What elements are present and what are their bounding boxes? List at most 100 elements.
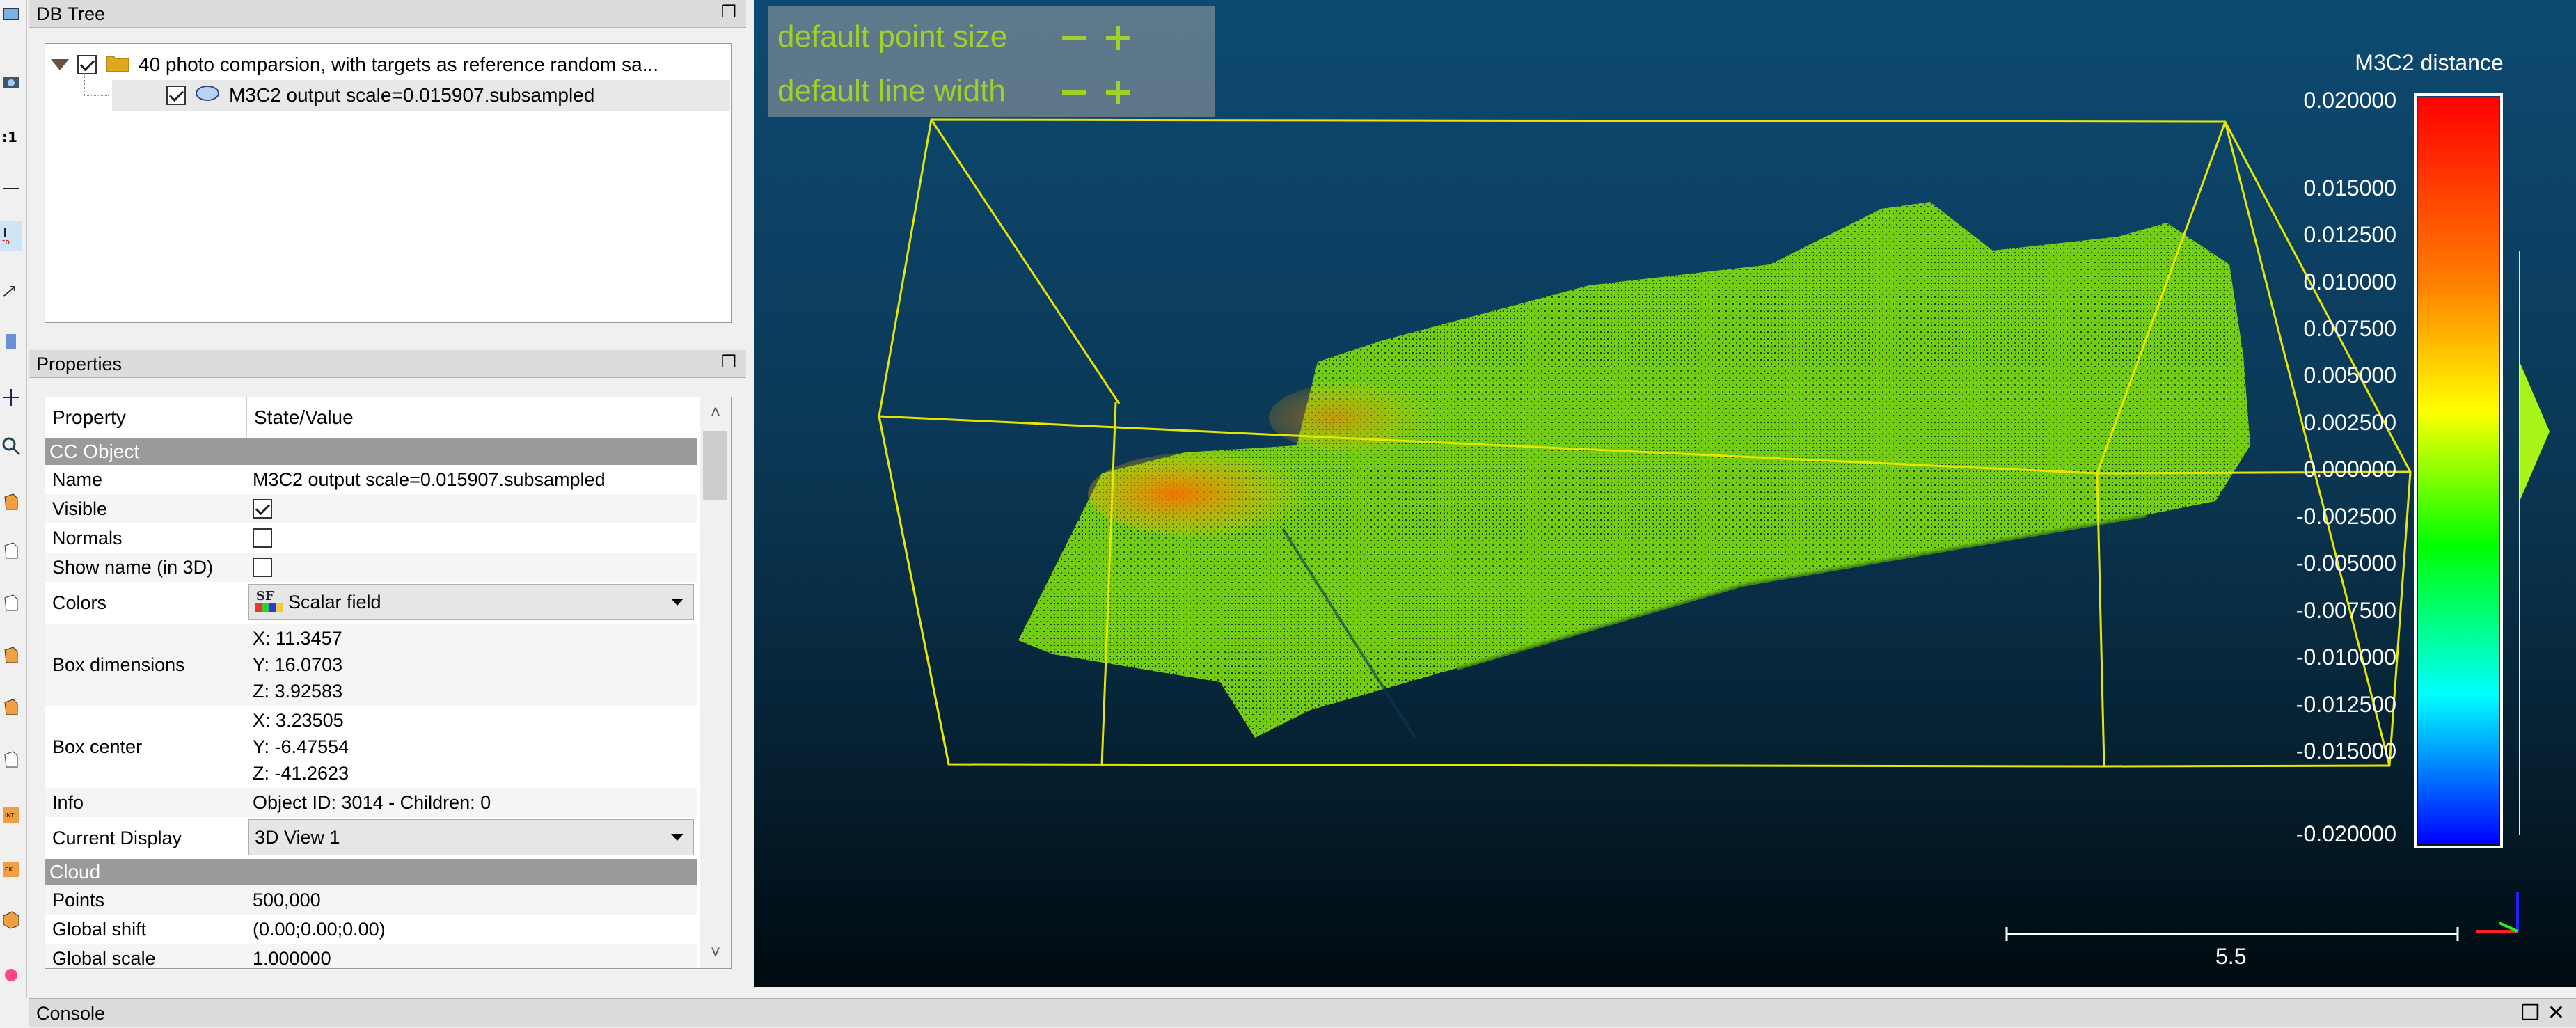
view-back-icon[interactable] [0,693,22,722]
property-row-name: Name M3C2 output scale=0.015907.subsampl… [45,465,697,494]
axis-trihedron-icon [2476,892,2519,933]
scalar-tick: 0.002500 [2303,410,2396,435]
view-bottom-icon[interactable] [0,745,22,774]
point-size-decrease-button[interactable] [1062,26,1086,50]
scalar-tick: 0.020000 [2303,88,2396,113]
svg-text:INT: INT [5,812,14,819]
normals-checkbox[interactable] [253,528,272,548]
db-tree-title-bar: DB Tree ❒ [29,0,746,28]
properties-title-bar: Properties ❒ [29,350,746,378]
property-row-current-display: Current Display 3D View 1 [45,817,697,859]
colors-dropdown[interactable]: SF Scalar field [248,584,694,620]
scroll-down-icon[interactable]: ˅ [700,938,731,968]
name-value[interactable]: M3C2 output scale=0.015907.subsampled [253,465,606,494]
tree-item-cloud[interactable]: M3C2 output scale=0.015907.subsampled [84,70,730,111]
property-row-colors: Colors SF Scalar field [45,582,697,624]
view-left-icon[interactable] [0,640,22,670]
auto-tool-icon[interactable]: to [0,221,22,251]
scalar-tick: 0.015000 [2303,175,2396,200]
camera-icon[interactable] [0,67,22,96]
point-size-label: default point size [777,19,1008,54]
display-icon[interactable] [0,0,22,29]
3d-view[interactable]: default point size default line width M3… [754,0,2576,987]
point-size-increase-button[interactable] [1106,26,1130,50]
dock-float-icon[interactable]: ❒ [2521,999,2540,1028]
line-width-increase-button[interactable] [1106,81,1130,104]
scalar-tick: -0.007500 [2296,598,2396,623]
current-display-value: 3D View 1 [255,826,340,848]
property-row-visible: Visible [45,494,697,523]
left-toolbar: :1 to INT CK [0,0,27,998]
property-row-global-shift: Global shift (0.00;0.00;0.00) [52,918,386,940]
line-width-decrease-button[interactable] [1062,81,1086,104]
section-cc-object: CC Object [45,438,697,465]
db-tree-panel: 40 photo comparsion, with targets as ref… [45,43,732,323]
db-tree-title: DB Tree [36,3,106,24]
info-value: Object ID: 3014 - Children: 0 [253,791,491,813]
property-row-normals: Normals [45,523,697,553]
show-name-checkbox[interactable] [253,558,272,577]
visible-checkbox[interactable] [253,499,272,519]
iso-view-2-icon[interactable]: CK [0,855,22,884]
scalar-tick: 0.007500 [2303,316,2396,341]
display-options-hud: default point size default line width [768,6,1215,117]
scale-bar-label: 5.5 [2215,944,2247,969]
close-icon[interactable]: ✕ [2547,999,2565,1028]
scalar-tick: 0.000000 [2303,457,2396,482]
view-side-icon[interactable] [0,588,22,617]
scalar-tick: 0.010000 [2303,269,2396,294]
column-header-value[interactable]: State/Value [247,397,693,438]
color-dot-icon[interactable] [0,960,22,990]
console-title: Console [36,1003,106,1024]
properties-header: Property State/Value [45,397,697,438]
dock-float-icon[interactable]: ❒ [721,4,736,21]
chevron-down-icon [671,834,683,841]
properties-title: Properties [36,354,123,374]
scalar-bar-title: M3C2 distance [2355,50,2504,75]
translate-icon[interactable] [0,383,22,412]
view-top-icon[interactable] [0,536,22,565]
box-dimensions-value: X: 11.3457 Y: 16.0703 Z: 3.92583 [253,628,343,702]
scrollbar-thumb[interactable] [703,431,727,500]
point-cloud-icon [194,84,221,107]
console-title-bar: Console ❒ ✕ [29,998,2576,1027]
scalar-tick: -0.020000 [2296,821,2396,846]
dock-float-icon[interactable]: ❒ [721,354,736,371]
property-row-box-center: Box center X: 3.23505 Y: -6.47554 Z: -41… [45,706,697,788]
column-header-property[interactable]: Property [45,397,246,438]
scalar-tick: -0.005000 [2296,551,2396,576]
scalar-tick: 0.005000 [2303,363,2396,388]
point-size-row: default point size [777,13,1007,61]
iso-view-icon[interactable]: INT [0,800,22,830]
segment-icon[interactable] [0,327,22,356]
line-tool-icon[interactable] [0,174,22,203]
tree-connector [84,70,109,96]
point-cloud [1018,202,2250,739]
view-front-icon[interactable] [0,487,22,516]
scalar-tick: -0.015000 [2296,738,2396,764]
scroll-up-icon[interactable]: ˄ [700,397,731,428]
cube-view-icon[interactable] [0,905,22,934]
scalar-tick: -0.010000 [2296,645,2396,670]
tree-checkbox-cloud[interactable] [166,86,186,105]
property-row-global-scale: Global scale 1.000000 [45,944,697,968]
chevron-down-icon [671,599,683,606]
properties-table: Property State/Value CC Object Name M3C2… [45,397,732,969]
property-row-box-dimensions: Box dimensions X: 11.3457 Y: 16.0703 Z: … [45,624,697,706]
box-center-value: X: 3.23505 Y: -6.47554 Z: -41.2623 [253,710,349,784]
svg-text::1: :1 [2,129,17,145]
property-row-points: Points 500,000 [45,885,697,915]
tree-item-root[interactable]: 40 photo comparsion, with targets as ref… [51,49,726,80]
expand-arrow-icon[interactable] [51,59,69,70]
zoom-icon[interactable] [0,432,22,461]
arrow-tool-icon[interactable] [0,277,22,306]
section-cloud: Cloud [45,859,697,885]
current-display-dropdown[interactable]: 3D View 1 [248,819,694,855]
line-width-row: default line width [777,67,1006,116]
tree-item-label: 40 photo comparsion, with targets as ref… [139,54,659,75]
label-icon[interactable]: :1 [0,122,22,152]
properties-scrollbar[interactable]: ˄ ˅ [700,397,731,968]
scalar-tick: -0.012500 [2296,692,2396,717]
scalar-tick: -0.002500 [2296,504,2396,529]
scalar-field-icon: SF [255,589,283,614]
